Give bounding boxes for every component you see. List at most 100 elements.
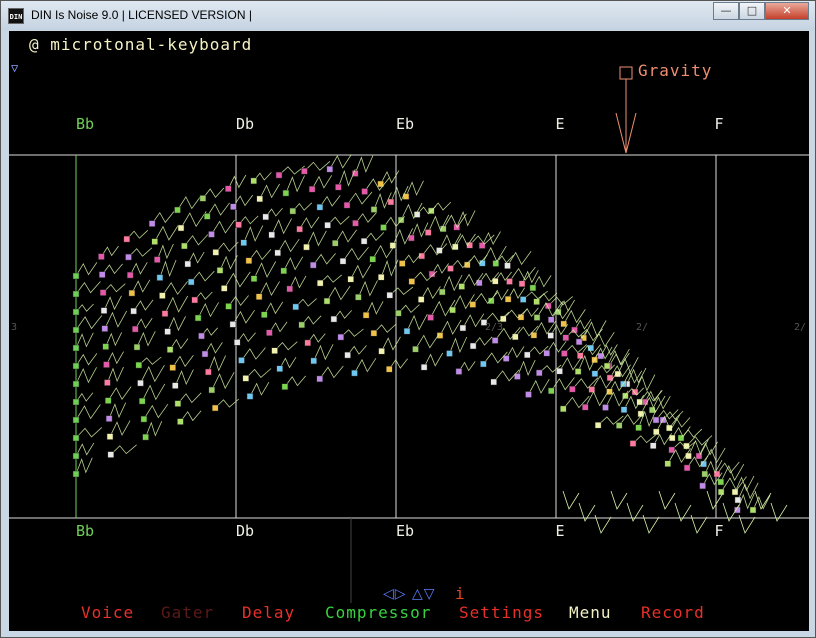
window-title: DIN Is Noise 9.0 | LICENSED VERSION | <box>31 8 252 22</box>
menu-settings[interactable]: Settings <box>459 603 544 622</box>
drone-marker <box>255 293 263 300</box>
drone-marker <box>316 279 324 287</box>
drone-marker <box>133 343 141 351</box>
menu-menu[interactable]: Menu <box>569 603 612 622</box>
drone-marker <box>221 285 228 292</box>
drone-marker <box>125 253 132 261</box>
drone-marker <box>225 185 232 192</box>
drone-marker <box>701 470 709 478</box>
drone-trail <box>509 266 536 282</box>
drone-marker <box>132 325 139 333</box>
drone-marker <box>446 350 453 357</box>
drone-marker <box>296 225 303 233</box>
collapse-triangle-icon[interactable]: ▽ <box>11 61 18 75</box>
note-bottom-2: Db <box>235 522 255 540</box>
drone-trail <box>214 398 240 409</box>
drone-trail <box>278 165 305 176</box>
drone-trail <box>143 403 169 420</box>
drone-marker <box>386 365 393 373</box>
drone-marker <box>216 267 224 274</box>
drone-marker <box>556 367 563 375</box>
drone-marker <box>629 440 637 447</box>
drone-marker <box>72 380 80 388</box>
drone-marker <box>533 314 541 321</box>
drone-trail <box>184 234 209 247</box>
drone-marker <box>635 424 642 431</box>
drone-trail <box>211 372 235 391</box>
drone-marker <box>387 198 395 206</box>
info-icon[interactable]: i <box>455 584 465 603</box>
drone-marker <box>72 362 80 370</box>
drone-marker <box>683 464 691 472</box>
drone-marker <box>408 278 416 285</box>
drone-marker <box>683 442 690 450</box>
drone-trail <box>223 271 251 289</box>
drone-marker <box>519 296 527 303</box>
drone-trail <box>373 323 397 334</box>
drone-marker <box>266 329 273 336</box>
drone-trail <box>686 435 713 447</box>
title-bar[interactable]: DIN DIN Is Noise 9.0 | LICENSED VERSION … <box>1 1 815 30</box>
minimize-button[interactable]: — <box>713 2 739 20</box>
window-controls: — □ ✕ <box>713 2 809 20</box>
drone-marker <box>286 285 293 293</box>
drone-marker <box>298 321 305 329</box>
drone-marker <box>230 203 237 210</box>
drone-marker <box>355 293 362 301</box>
drone-marker <box>156 274 164 281</box>
drone-trail <box>389 286 414 296</box>
drone-marker <box>229 321 237 328</box>
drone-trail <box>162 281 188 296</box>
drone-marker <box>492 260 500 267</box>
drone-trail <box>415 333 440 350</box>
drone-marker <box>225 303 232 310</box>
drone-trail <box>177 392 202 404</box>
menu-delay[interactable]: Delay <box>242 603 295 622</box>
drone-marker <box>292 303 299 311</box>
pan-zoom-arrows-icon[interactable]: ◁▷ △▽ <box>383 586 436 602</box>
note-top-2: Db <box>235 115 255 133</box>
mode-label[interactable]: @ microtonal-keyboard <box>29 35 252 54</box>
drone-trail <box>632 434 656 444</box>
drone-marker <box>164 328 171 335</box>
drone-marker <box>242 375 250 382</box>
drone-marker <box>280 267 287 275</box>
drone-marker <box>137 379 144 387</box>
drone-marker <box>717 478 725 486</box>
drone-trail <box>274 341 298 351</box>
drone-marker <box>103 361 110 368</box>
drone-marker <box>105 415 113 422</box>
app-window: DIN DIN Is Noise 9.0 | LICENSED VERSION … <box>0 0 816 638</box>
gravity-label[interactable]: Gravity <box>638 61 712 80</box>
drone-marker <box>72 470 80 478</box>
menu-compressor[interactable]: Compressor <box>325 603 431 622</box>
drone-marker <box>174 400 182 407</box>
drone-marker <box>652 416 660 424</box>
keyboard-canvas[interactable]: @ microtonal-keyboard ▽ Gravity Bb Db Eb… <box>9 31 809 631</box>
drone-marker <box>574 368 582 375</box>
drone-marker <box>469 301 477 308</box>
drone-marker <box>72 434 80 442</box>
drone-marker <box>362 311 370 319</box>
drone-trail <box>658 490 676 510</box>
drone-marker <box>469 342 477 350</box>
menu-voice[interactable]: Voice <box>81 603 134 622</box>
drone-marker <box>378 347 385 355</box>
note-top-4: E <box>555 115 565 133</box>
drone-marker <box>337 333 345 341</box>
maximize-button[interactable]: □ <box>739 2 765 20</box>
menu-record[interactable]: Record <box>641 603 705 622</box>
drone-marker <box>72 416 80 424</box>
drone-marker <box>177 224 185 232</box>
drone-marker <box>102 343 109 350</box>
menu-gater[interactable]: Gater <box>161 603 214 622</box>
close-button[interactable]: ✕ <box>765 2 809 20</box>
drone-marker <box>575 338 583 346</box>
drone-marker <box>205 368 212 376</box>
drone-marker <box>458 283 465 290</box>
drone-marker <box>303 243 310 251</box>
drone-marker <box>104 379 111 386</box>
drone-marker <box>250 177 257 185</box>
drone-marker <box>169 364 176 371</box>
drone-marker <box>316 375 323 383</box>
